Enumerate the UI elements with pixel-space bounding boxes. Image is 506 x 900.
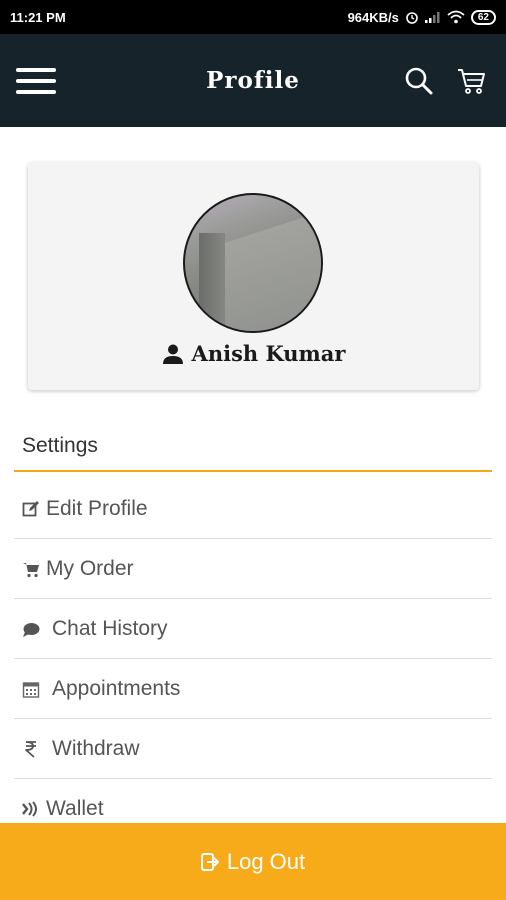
avatar[interactable] — [183, 193, 323, 333]
menu-item-label: Chat History — [52, 616, 168, 640]
menu-item-label: Withdraw — [52, 736, 140, 760]
calendar-icon — [22, 681, 40, 698]
status-time: 11:21 PM — [10, 9, 66, 25]
menu-item-appointments[interactable]: Appointments — [14, 659, 492, 719]
logout-button[interactable]: Log Out — [0, 823, 506, 900]
rupee-icon — [25, 740, 36, 758]
profile-name: Anish Kumar — [191, 341, 346, 366]
menu-item-edit-profile[interactable]: Edit Profile — [14, 479, 492, 539]
menu-item-label: My Order — [46, 556, 134, 580]
app-bar-actions — [404, 66, 486, 96]
cart-icon[interactable] — [456, 66, 486, 96]
status-bar: 11:21 PM 964KB/s 62 — [0, 0, 506, 34]
logout-icon — [200, 852, 219, 871]
status-indicators: 964KB/s 62 — [347, 9, 496, 25]
settings-menu: Edit Profile My Order Chat History Appoi… — [14, 479, 492, 839]
profile-card: Anish Kumar — [28, 163, 479, 390]
menu-icon[interactable] — [16, 67, 56, 94]
profile-name-row: Anish Kumar — [28, 341, 479, 366]
menu-item-my-order[interactable]: My Order — [14, 539, 492, 599]
chat-bubble-icon — [23, 622, 40, 637]
network-speed: 964KB/s — [347, 9, 399, 25]
cart-icon — [23, 562, 39, 577]
search-icon[interactable] — [404, 66, 434, 96]
menu-item-label: Wallet — [46, 797, 104, 820]
settings-heading: Settings — [14, 428, 492, 472]
menu-item-label: Appointments — [52, 676, 181, 700]
wifi-icon — [447, 10, 465, 24]
app-bar: Profile — [0, 34, 506, 127]
edit-icon — [22, 500, 39, 516]
wallet-icon — [22, 801, 37, 817]
menu-item-label: Edit Profile — [46, 496, 148, 520]
signal-icon — [424, 12, 440, 23]
user-icon — [162, 344, 183, 364]
logout-label: Log Out — [226, 848, 306, 874]
menu-item-withdraw[interactable]: Withdraw — [14, 719, 492, 779]
alarm-icon — [406, 12, 418, 24]
battery-indicator: 62 — [470, 9, 496, 25]
menu-item-chat-history[interactable]: Chat History — [14, 599, 492, 659]
